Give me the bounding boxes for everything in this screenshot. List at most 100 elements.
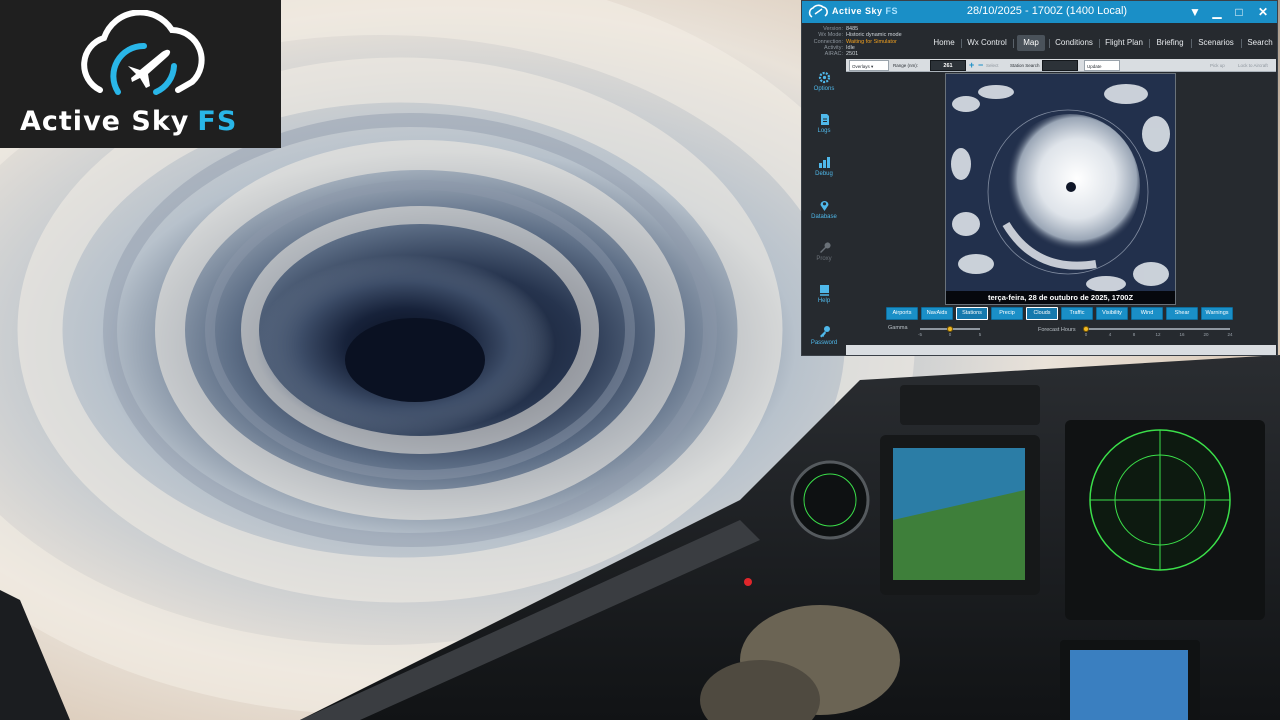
nav-separator xyxy=(1049,39,1050,48)
layer-toggle-bar: Airports NavAids Stations Precip Clouds … xyxy=(886,307,1238,321)
sidebar-item-debug[interactable]: Debug xyxy=(802,152,846,192)
forecast-tick: 8 xyxy=(1132,332,1136,337)
logo-wordmark: Active Sky FS xyxy=(20,106,270,137)
sidebar-item-options[interactable]: Options xyxy=(802,67,846,107)
active-sky-app-window: Active Sky FS 28/10/2025 - 1700Z (1400 Lo… xyxy=(801,0,1278,356)
cloud-plane-logo-icon xyxy=(81,10,205,95)
key-icon xyxy=(820,326,830,338)
forecast-tick: 4 xyxy=(1108,332,1112,337)
book-icon xyxy=(820,285,829,296)
nav-separator xyxy=(1013,39,1014,48)
app-brand-text: Active Sky FS xyxy=(832,6,898,16)
layer-precip-button[interactable]: Precip xyxy=(991,307,1023,320)
location-pin-icon xyxy=(820,201,829,211)
nav-separator xyxy=(1099,39,1100,48)
gear-icon xyxy=(818,71,831,84)
range-input[interactable]: 261 xyxy=(930,60,966,71)
forecast-tick: 12 xyxy=(1155,332,1161,337)
info-value: Historic dynamic mode xyxy=(846,32,902,39)
sidebar-item-proxy[interactable]: Proxy xyxy=(802,237,846,277)
forecast-tick: 24 xyxy=(1227,332,1233,337)
satellite-cloud-image xyxy=(946,74,1175,304)
app-brand-suffix: FS xyxy=(885,6,899,16)
station-search-input[interactable] xyxy=(1042,60,1078,71)
weather-map[interactable]: terça-feira, 28 de outubro de 2025, 1700… xyxy=(945,73,1176,305)
forecast-hours-slider[interactable] xyxy=(1086,328,1230,330)
lock-to-aircraft-button[interactable]: Lock to Aircraft xyxy=(1238,60,1268,71)
forecast-tick: 20 xyxy=(1203,332,1209,337)
info-value: Idle xyxy=(846,44,855,51)
layer-airports-button[interactable]: Airports xyxy=(886,307,918,320)
window-title: 28/10/2025 - 1700Z (1400 Local) xyxy=(966,5,1128,17)
layer-wind-button[interactable]: Wind xyxy=(1131,307,1163,320)
range-label: Range (nm): xyxy=(893,63,919,68)
info-row-airac: AIRAC: 2501 xyxy=(804,51,904,57)
station-search-label: Station Search xyxy=(1010,63,1040,68)
pick-up-button[interactable]: Pick up xyxy=(1210,60,1225,71)
select-button[interactable]: Select xyxy=(986,60,999,71)
zoom-in-icon[interactable]: + xyxy=(969,60,974,71)
layer-stations-button[interactable]: Stations xyxy=(956,307,988,320)
sidebar-item-label: Help xyxy=(817,298,831,304)
app-brand: Active Sky FS xyxy=(808,3,908,21)
sidebar-item-label: Database xyxy=(811,214,837,220)
wrench-icon xyxy=(820,242,831,253)
sidebar-item-label: Password xyxy=(810,340,838,346)
info-value: 8485 xyxy=(846,26,859,32)
app-logo-icon xyxy=(808,4,828,18)
tab-wx-control[interactable]: Wx Control xyxy=(965,35,1009,51)
maximize-icon[interactable]: □ xyxy=(1230,3,1248,21)
forecast-tick: 16 xyxy=(1179,332,1185,337)
logo-word-fs: FS xyxy=(197,106,238,137)
layer-warnings-button[interactable]: Warnings xyxy=(1201,307,1233,320)
gamma-label: Gamma xyxy=(888,325,908,331)
status-footer-bar xyxy=(846,345,1276,355)
gamma-tick: 5 xyxy=(978,332,982,337)
layer-clouds-button[interactable]: Clouds xyxy=(1026,307,1058,320)
sidebar-item-label: Logs xyxy=(817,128,831,134)
nav-separator xyxy=(1149,39,1150,48)
sidebar-item-label: Debug xyxy=(815,171,833,177)
tab-flight-plan[interactable]: Flight Plan xyxy=(1103,35,1145,51)
sidebar-item-password[interactable]: Password xyxy=(802,321,846,355)
zoom-out-icon[interactable]: − xyxy=(978,60,983,71)
layer-traffic-button[interactable]: Traffic xyxy=(1061,307,1093,320)
sidebar: Options Logs Debug Database Proxy Help P… xyxy=(802,63,846,353)
tab-scenarios[interactable]: Scenarios xyxy=(1195,35,1237,51)
gamma-tick: 0 xyxy=(948,332,952,337)
minimize-icon[interactable]: ▁ xyxy=(1208,3,1226,21)
sidebar-item-database[interactable]: Database xyxy=(802,195,846,235)
overlay-select[interactable]: Overlays ▾ xyxy=(849,60,889,71)
sidebar-item-help[interactable]: Help xyxy=(802,279,846,319)
forecast-tick: 0 xyxy=(1084,332,1088,337)
info-key: AIRAC: xyxy=(824,51,843,58)
document-icon xyxy=(821,114,829,125)
map-toolbar: Overlays ▾ Range (nm): 261 + − Select St… xyxy=(846,59,1276,72)
overlay-select-value: Overlays xyxy=(852,64,870,69)
tab-conditions[interactable]: Conditions xyxy=(1053,35,1095,51)
title-bar[interactable]: Active Sky FS 28/10/2025 - 1700Z (1400 Lo… xyxy=(802,1,1277,23)
connection-status: Waiting for Simulator xyxy=(846,38,897,45)
tab-search[interactable]: Search xyxy=(1245,35,1275,51)
tab-map[interactable]: Map xyxy=(1017,35,1045,51)
tab-briefing[interactable]: Briefing xyxy=(1153,35,1187,51)
active-sky-logo: Active Sky FS xyxy=(0,0,281,148)
close-icon[interactable]: ✕ xyxy=(1254,3,1272,21)
layer-shear-button[interactable]: Shear xyxy=(1166,307,1198,320)
layer-navaids-button[interactable]: NavAids xyxy=(921,307,953,320)
sidebar-item-label: Options xyxy=(813,86,835,92)
bar-chart-icon xyxy=(819,157,830,168)
dropdown-icon[interactable]: ▼ xyxy=(1186,3,1204,21)
sidebar-item-label: Proxy xyxy=(816,256,832,262)
gamma-tick: -5 xyxy=(917,332,922,337)
tab-home[interactable]: Home xyxy=(931,35,957,51)
nav-separator xyxy=(1241,39,1242,48)
app-brand-name: Active Sky xyxy=(832,6,883,16)
top-nav: Home Wx Control Map Conditions Flight Pl… xyxy=(927,35,1277,51)
nav-separator xyxy=(961,39,962,48)
sidebar-item-logs[interactable]: Logs xyxy=(802,109,846,149)
nav-separator xyxy=(1191,39,1192,48)
layer-visibility-button[interactable]: Visibility xyxy=(1096,307,1128,320)
logo-word-active-sky: Active Sky xyxy=(20,106,190,137)
update-button[interactable]: Update xyxy=(1084,60,1120,71)
